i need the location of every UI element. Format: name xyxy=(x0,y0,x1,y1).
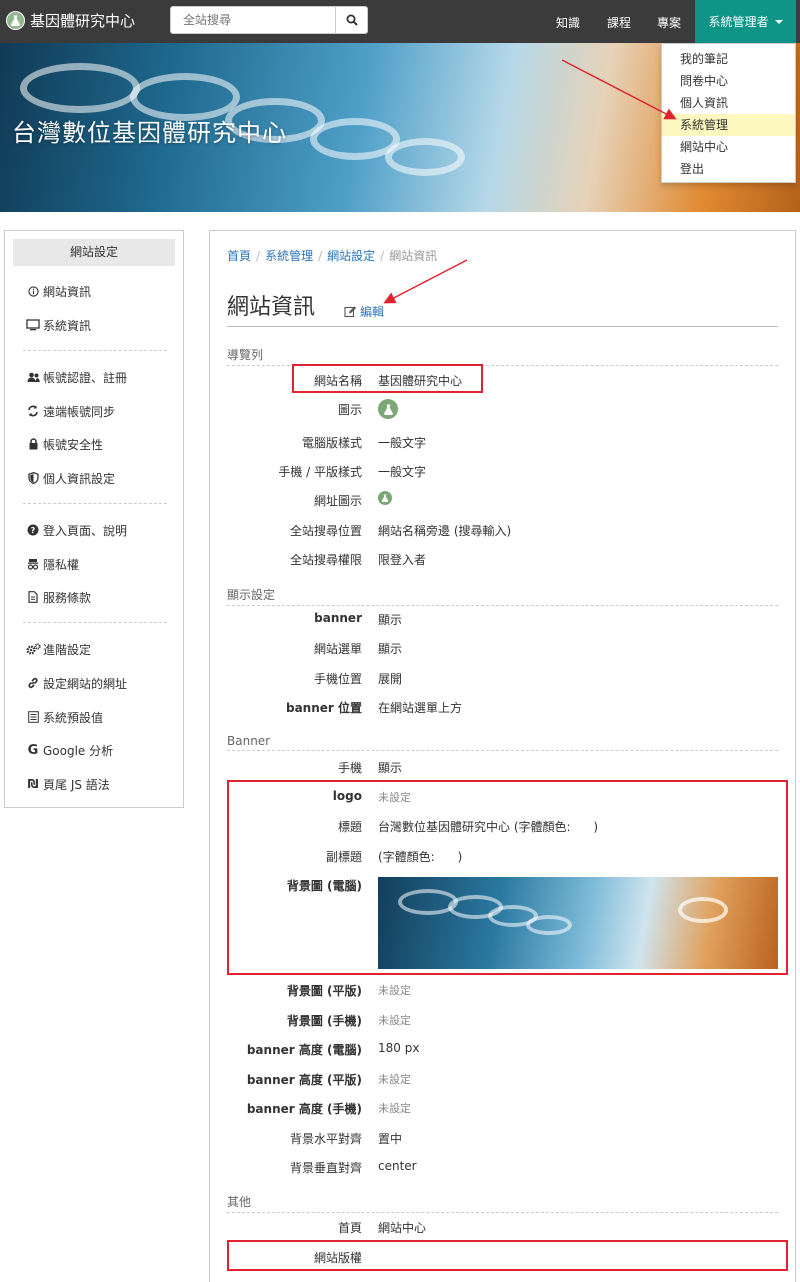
annotation-arrow-system-admin xyxy=(561,59,677,120)
annotation-arrows xyxy=(383,59,677,304)
annotation-arrow-edit xyxy=(383,259,468,304)
